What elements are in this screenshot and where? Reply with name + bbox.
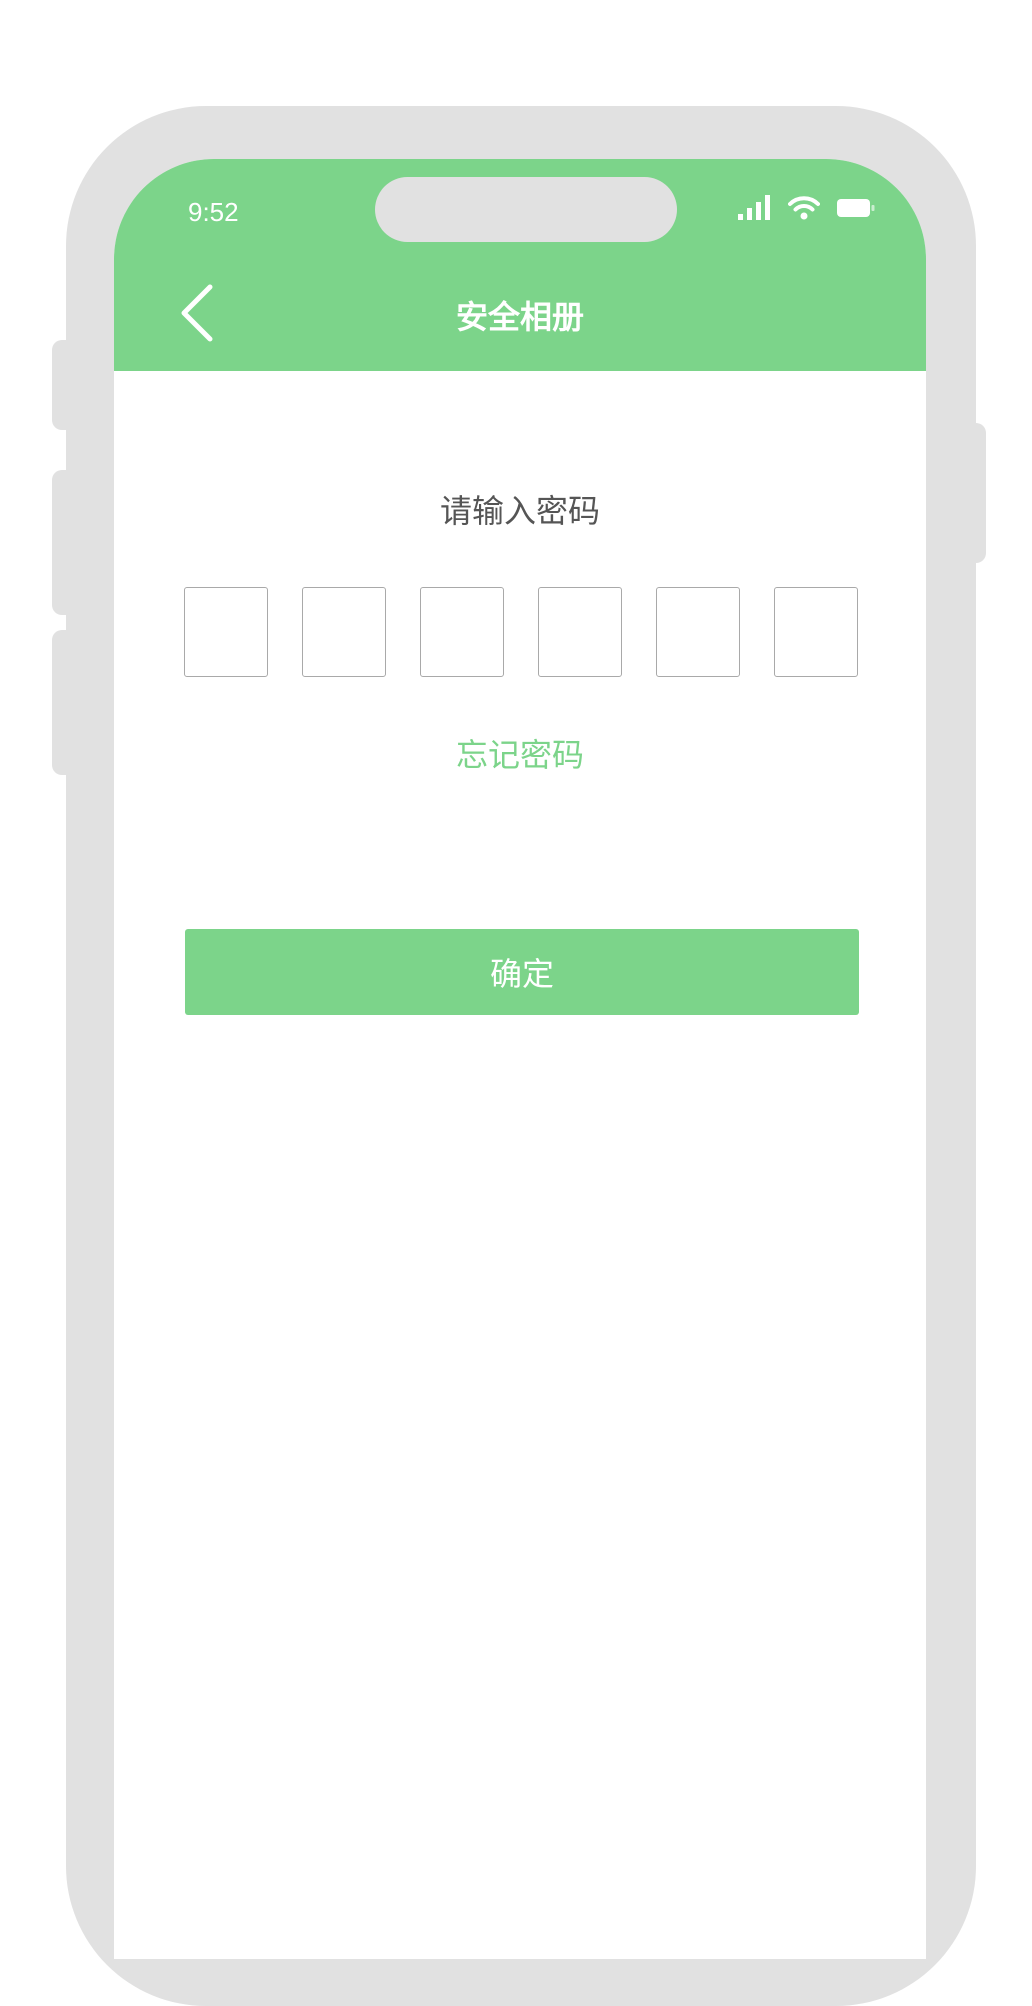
password-digit-box[interactable]: [538, 587, 622, 677]
screen: 9:52 安全相册 请输入密码 忘记密码 确定: [114, 159, 926, 1959]
phone-power-button: [966, 423, 986, 563]
password-digit-box[interactable]: [302, 587, 386, 677]
password-digit-box[interactable]: [656, 587, 740, 677]
status-time: 9:52: [188, 197, 239, 227]
forgot-password-link[interactable]: 忘记密码: [114, 730, 926, 776]
battery-icon: [836, 196, 876, 224]
wifi-icon: [788, 195, 820, 225]
dynamic-island: [375, 177, 677, 242]
confirm-button[interactable]: 确定: [185, 929, 859, 1015]
phone-volume-up-button: [52, 470, 72, 615]
page-title: 安全相册: [455, 298, 584, 336]
password-prompt: 请输入密码: [439, 492, 600, 530]
cellular-signal-icon: [738, 195, 772, 225]
phone-volume-down-button: [52, 630, 72, 775]
header: 9:52 安全相册: [114, 159, 926, 371]
phone-mute-switch: [52, 340, 72, 430]
password-digit-box[interactable]: [774, 587, 858, 677]
password-digit-box[interactable]: [184, 587, 268, 677]
status-icons: [738, 195, 876, 225]
password-digit-box[interactable]: [420, 587, 504, 677]
password-code-input[interactable]: [184, 587, 858, 679]
